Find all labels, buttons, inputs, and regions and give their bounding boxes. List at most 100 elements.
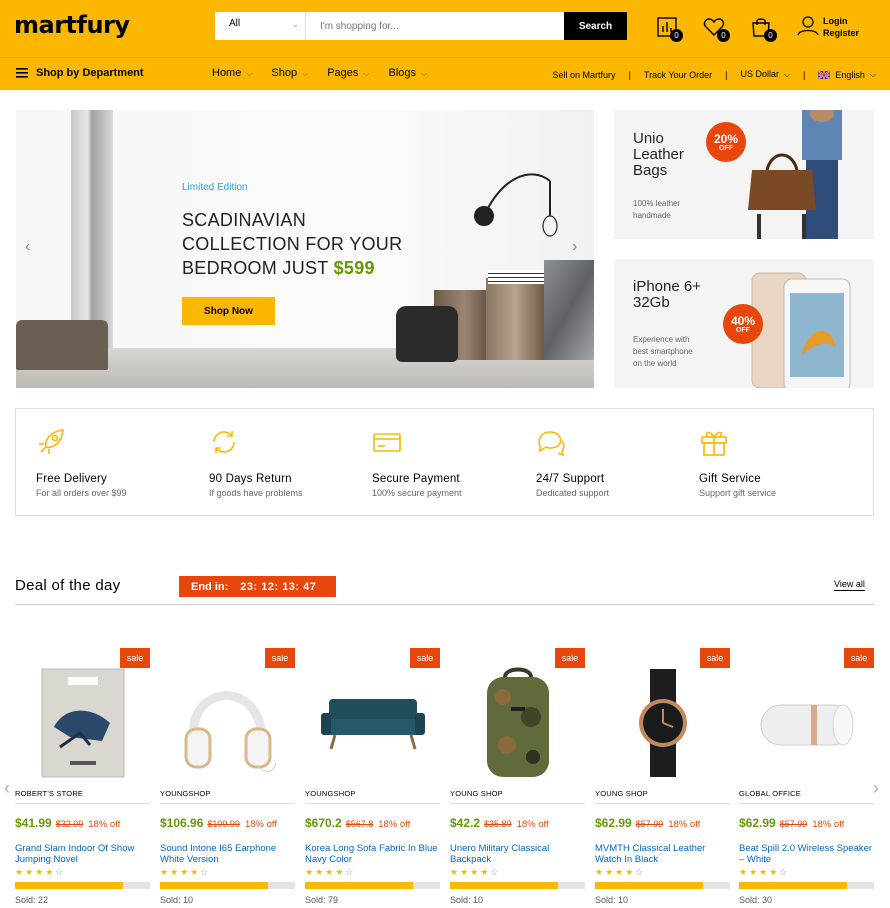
product-card[interactable]: sale YOUNG SHOP $42.2 $35.89 18% off Unero…: [450, 648, 585, 908]
search-button[interactable]: Search: [564, 12, 627, 40]
divider: [305, 803, 440, 804]
discount-off: OFF: [736, 326, 750, 334]
nav-item-shop[interactable]: Shop ⌵: [271, 67, 308, 79]
feature-subtitle: If goods have problems: [209, 488, 303, 498]
promo-subtitle: Experience with best smartphone on the w…: [633, 334, 693, 370]
feature-title: Free Delivery: [36, 473, 107, 485]
current-price: $106.96: [160, 816, 204, 830]
shop-now-button[interactable]: Shop Now: [182, 297, 275, 325]
product-card[interactable]: sale ROBERT'S STORE $41.99 $32.99 18% off …: [15, 648, 150, 908]
search-input[interactable]: [306, 12, 564, 40]
promo-title: iPhone 6+ 32Gb: [633, 279, 701, 311]
product-image[interactable]: [160, 658, 295, 788]
discount-text: 18% off: [88, 819, 121, 830]
features-strip: Free Delivery For all orders over $99 90…: [15, 408, 874, 516]
sold-count: Sold: 22: [15, 895, 49, 905]
divider: [450, 803, 585, 804]
nav-item-label: Pages: [327, 67, 359, 79]
nav-item-blogs[interactable]: Blogs ⌵: [388, 67, 427, 79]
feature-item: Gift Service Support gift service: [699, 427, 849, 498]
nav-menu: Home ⌵ Shop ⌵ Pages ⌵ Blogs ⌵: [212, 67, 446, 79]
product-card[interactable]: sale YOUNGSHOP $670.2 $567.8 18% off Korea…: [305, 648, 440, 908]
product-name[interactable]: Sound Intone I65 Earphone White Version: [160, 843, 295, 865]
promo-subtitle-line: Experience with: [633, 335, 690, 344]
divider: [595, 803, 730, 804]
view-all-link[interactable]: View all: [834, 579, 865, 591]
product-image[interactable]: [450, 658, 585, 788]
hero-headline: SCADINAVIAN COLLECTION FOR YOUR BEDROOM …: [182, 208, 402, 280]
login-link[interactable]: Login: [823, 15, 883, 27]
product-image[interactable]: [595, 658, 730, 788]
store-name[interactable]: ROBERT'S STORE: [15, 789, 83, 798]
uk-flag-icon: [818, 70, 831, 79]
product-name[interactable]: Beat Spill 2.0 Wireless Speaker – White: [739, 843, 874, 865]
store-name[interactable]: GLOBAL OFFICE: [739, 789, 801, 798]
sell-link[interactable]: Sell on Martfury: [553, 70, 616, 80]
chevron-down-icon: ⌵: [869, 69, 876, 79]
hero-banner[interactable]: Limited Edition SCADINAVIAN COLLECTION F…: [16, 110, 594, 388]
product-card[interactable]: sale YOUNG SHOP $62.99 $57.99 18% off MVMT…: [595, 648, 730, 908]
nav-item-label: Home: [212, 67, 242, 79]
product-price: $670.2 $567.8 18% off: [305, 816, 410, 830]
feature-subtitle: Support gift service: [699, 488, 777, 498]
chevron-left-icon[interactable]: ‹: [25, 238, 30, 256]
product-image[interactable]: [305, 658, 440, 788]
product-card[interactable]: sale GLOBAL OFFICE $62.99 $57.99 18% off B…: [739, 648, 874, 908]
iphone-image: [751, 272, 851, 388]
backpack-image: [486, 667, 549, 777]
sold-progress-fill: [450, 882, 558, 889]
chevron-left-icon[interactable]: ‹: [4, 778, 10, 799]
section-title: Deal of the day: [15, 577, 121, 594]
search-category-select[interactable]: All ⌄: [215, 12, 306, 40]
current-price: $62.99: [595, 816, 632, 830]
track-order-link[interactable]: Track Your Order: [644, 70, 712, 80]
countdown-timer: End in: 23: 12: 13: 47: [179, 576, 336, 597]
chevron-right-icon[interactable]: ›: [572, 238, 577, 256]
register-link[interactable]: Register: [823, 27, 883, 39]
promo-banner-iphone[interactable]: iPhone 6+ 32Gb Experience with best smar…: [614, 259, 874, 388]
sold-progress-bar: [160, 882, 295, 889]
product-name[interactable]: Grand Slam Indoor Of Show Jumping Novel: [15, 843, 150, 865]
sold-progress-bar: [450, 882, 585, 889]
cart-button[interactable]: 0: [750, 16, 777, 42]
store-name[interactable]: YOUNGSHOP: [305, 789, 356, 798]
header-bar: martfury All ⌄ Search 0 0 0 Login Regist…: [0, 0, 890, 57]
sold-progress-bar: [595, 882, 730, 889]
shop-by-department-button[interactable]: Shop by Department: [16, 67, 144, 79]
man-with-bag-image: [748, 110, 842, 239]
nav-item-pages[interactable]: Pages ⌵: [327, 67, 369, 79]
promo-subtitle-line: on the world: [633, 359, 677, 368]
compare-button[interactable]: 0: [656, 16, 683, 42]
store-name[interactable]: YOUNGSHOP: [160, 789, 211, 798]
hero-line: BEDROOM JUST: [182, 258, 329, 278]
sale-badge: sale: [844, 648, 874, 668]
product-name[interactable]: MVMTH Classical Leather Watch In Black: [595, 843, 730, 865]
product-card[interactable]: sale YOUNGSHOP $106.96 $109.99 18% off Sou…: [160, 648, 295, 908]
headphones-image: [184, 691, 276, 772]
sofa-image: [320, 699, 425, 750]
menu-icon: [16, 68, 28, 78]
old-price: $109.99: [207, 819, 240, 829]
currency-select[interactable]: US Dollar ⌵: [740, 69, 790, 80]
hero-line: COLLECTION FOR YOUR: [182, 234, 403, 254]
star-rating: ★★★★☆: [160, 867, 211, 877]
wishlist-button[interactable]: 0: [703, 16, 730, 42]
hero-stool-decor: [16, 320, 108, 370]
language-select[interactable]: English ⌵: [818, 70, 876, 80]
chevron-down-icon: ⌵: [783, 70, 791, 79]
nav-item-label: Shop: [271, 67, 298, 79]
product-image[interactable]: [739, 658, 874, 788]
promo-subtitle-line: 100% leather: [633, 199, 681, 208]
search-bar: All ⌄ Search: [215, 12, 627, 40]
promo-banner-bags[interactable]: Unio Leather Bags 100% leather handmade …: [614, 110, 874, 239]
nav-item-home[interactable]: Home ⌵: [212, 67, 252, 79]
feature-subtitle: Dedicated support: [536, 488, 610, 498]
promo-title-line: 32Gb: [633, 294, 670, 311]
store-name[interactable]: YOUNG SHOP: [450, 789, 503, 798]
product-image[interactable]: [15, 658, 150, 788]
site-logo[interactable]: martfury: [14, 11, 130, 39]
sold-count: Sold: 10: [595, 895, 629, 905]
store-name[interactable]: YOUNG SHOP: [595, 789, 648, 798]
product-name[interactable]: Korea Long Sofa Fabric In Blue Navy Colo…: [305, 843, 440, 865]
product-name[interactable]: Unero Military Classical Backpack: [450, 843, 585, 865]
